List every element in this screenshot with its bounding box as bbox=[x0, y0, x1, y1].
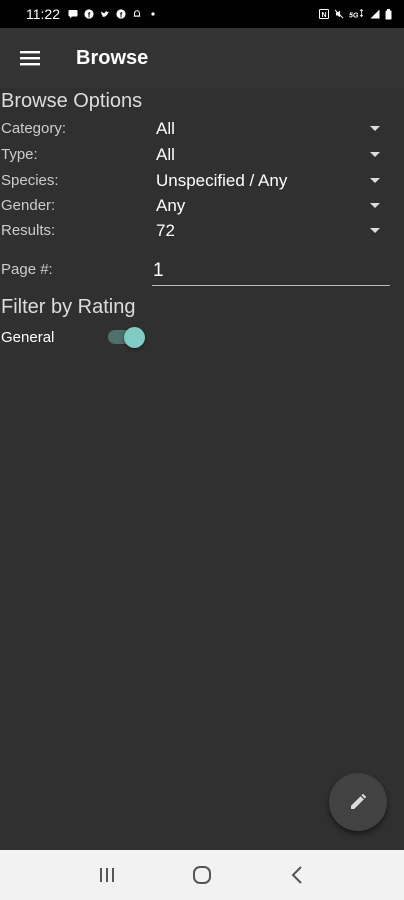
category-value[interactable]: All bbox=[156, 119, 360, 139]
page-number-label: Page #: bbox=[1, 261, 53, 278]
general-rating-label: General bbox=[1, 328, 55, 346]
browse-content: Browse Options Category: All Type: All S… bbox=[0, 88, 404, 850]
page-number-row: Page #: bbox=[0, 256, 392, 286]
results-dropdown[interactable]: Results: 72 bbox=[0, 218, 390, 243]
results-label: Results: bbox=[1, 222, 56, 239]
recent-apps-icon bbox=[100, 868, 115, 882]
hamburger-menu-icon bbox=[20, 51, 40, 66]
home-icon bbox=[192, 866, 211, 884]
5g-icon: 5G bbox=[349, 9, 364, 20]
browse-options-heading: Browse Options bbox=[1, 90, 143, 112]
svg-text:N: N bbox=[321, 12, 326, 19]
message-icon bbox=[68, 10, 78, 19]
mute-icon bbox=[334, 9, 344, 19]
species-value[interactable]: Unspecified / Any bbox=[156, 171, 360, 191]
category-label: Category: bbox=[1, 120, 67, 137]
notification-icons: f f bbox=[68, 9, 158, 19]
app-bar: Browse bbox=[0, 28, 404, 88]
facebook-icon: f bbox=[84, 9, 94, 19]
general-rating-toggle[interactable] bbox=[108, 327, 145, 348]
twitter-icon bbox=[101, 11, 109, 17]
status-bar: 11:22 f f N 5G bbox=[0, 0, 404, 28]
species-label: Species: bbox=[1, 172, 59, 189]
dropdown-arrow-icon[interactable] bbox=[360, 202, 390, 209]
filter-by-rating-heading: Filter by Rating bbox=[1, 296, 136, 318]
home-button[interactable] bbox=[182, 855, 222, 895]
bell-icon bbox=[133, 10, 141, 17]
page-number-input[interactable] bbox=[152, 256, 390, 286]
general-rating-row: General bbox=[0, 324, 150, 350]
facebook-icon: f bbox=[116, 9, 126, 19]
gender-label: Gender: bbox=[1, 197, 56, 214]
toggle-thumb[interactable] bbox=[124, 327, 145, 348]
battery-icon bbox=[385, 8, 392, 19]
dropdown-arrow-icon[interactable] bbox=[360, 177, 390, 184]
dropdown-arrow-icon[interactable] bbox=[360, 227, 390, 234]
status-time: 11:22 bbox=[26, 6, 60, 22]
pencil-icon bbox=[351, 793, 367, 809]
system-icons: N 5G bbox=[319, 8, 392, 20]
type-label: Type: bbox=[1, 146, 38, 163]
dropdown-arrow-icon[interactable] bbox=[360, 125, 390, 132]
svg-text:5G: 5G bbox=[349, 13, 359, 20]
results-value[interactable]: 72 bbox=[156, 221, 360, 241]
species-dropdown[interactable]: Species: Unspecified / Any bbox=[0, 168, 390, 193]
recent-apps-button[interactable] bbox=[87, 855, 127, 895]
page-title: Browse bbox=[76, 46, 149, 69]
system-nav-bar bbox=[0, 850, 404, 900]
dropdown-arrow-icon[interactable] bbox=[360, 151, 390, 158]
back-button[interactable] bbox=[277, 855, 317, 895]
type-dropdown[interactable]: Type: All bbox=[0, 142, 390, 167]
type-value[interactable]: All bbox=[156, 145, 360, 165]
gender-dropdown[interactable]: Gender: Any bbox=[0, 193, 390, 218]
menu-button[interactable] bbox=[0, 28, 60, 88]
category-dropdown[interactable]: Category: All bbox=[0, 116, 390, 141]
signal-icon bbox=[370, 9, 380, 19]
nfc-icon: N bbox=[319, 9, 329, 19]
edit-fab-button[interactable] bbox=[329, 773, 387, 831]
dot-icon bbox=[151, 12, 155, 16]
gender-value[interactable]: Any bbox=[156, 196, 360, 216]
back-icon bbox=[291, 866, 302, 884]
